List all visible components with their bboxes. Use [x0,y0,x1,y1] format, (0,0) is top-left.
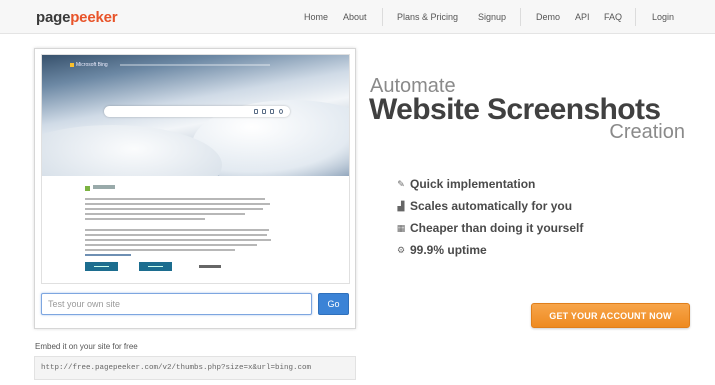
embed-code: http://free.pagepeeker.com/v2/thumbs.php… [41,364,312,372]
nav-divider [520,8,521,26]
microsoft-logo-icon [85,186,90,191]
site-url-input[interactable] [41,293,312,315]
thumbnail-search-box [104,106,290,117]
nav-plans-pricing[interactable]: Plans & Pricing [397,12,458,22]
camera-icon [262,109,266,114]
logo-part-1: page [36,9,71,26]
nav-login[interactable]: Login [652,12,674,22]
embed-label: Embed it on your site for free [35,342,138,351]
grid-icon: ▦ [396,223,406,233]
feature-text: Cheaper than doing it yourself [410,221,584,235]
feature-text: 99.9% uptime [410,243,487,257]
gear-icon: ⚙ [396,245,406,255]
thumbnail-reject-button [139,262,172,271]
nav-faq[interactable]: FAQ [604,12,622,22]
thumbnail-hero-image: Microsoft Bing [42,55,349,205]
nav-api[interactable]: API [575,12,590,22]
nav-home[interactable]: Home [304,12,328,22]
feature-text: Scales automatically for you [410,199,573,213]
screen-icon [270,109,274,114]
preview-card: Microsoft Bing Test your own site Go [34,48,356,329]
nav-divider [382,8,383,26]
nav-divider [635,8,636,26]
thumbnail-more-options [199,265,221,268]
search-icon [279,109,283,114]
top-header: pagepeeker Home About Plans & Pricing Si… [0,0,715,34]
nav-demo[interactable]: Demo [536,12,560,22]
go-button[interactable]: Go [318,293,349,315]
mic-icon [254,109,258,114]
nav-about[interactable]: About [343,12,367,22]
nav-signup[interactable]: Signup [478,12,506,22]
website-thumbnail: Microsoft Bing [41,54,350,284]
feature-text: Quick implementation [410,177,536,191]
thumbnail-site-name: Microsoft Bing [76,62,108,68]
hero-line-creation: Creation [609,121,685,143]
get-account-button[interactable]: GET YOUR ACCOUNT NOW [531,303,690,328]
pencil-icon: ✎ [397,179,405,189]
thumbnail-cookie-notice [42,176,349,283]
bing-logo-icon [70,63,74,67]
embed-code-box[interactable]: http://free.pagepeeker.com/v2/thumbs.php… [34,356,356,380]
logo-part-2: peeker [70,9,118,26]
pagepeeker-logo[interactable]: pagepeeker [36,9,118,26]
thumbnail-accept-button [85,262,118,271]
bar-chart-icon: ▟ [397,201,405,211]
